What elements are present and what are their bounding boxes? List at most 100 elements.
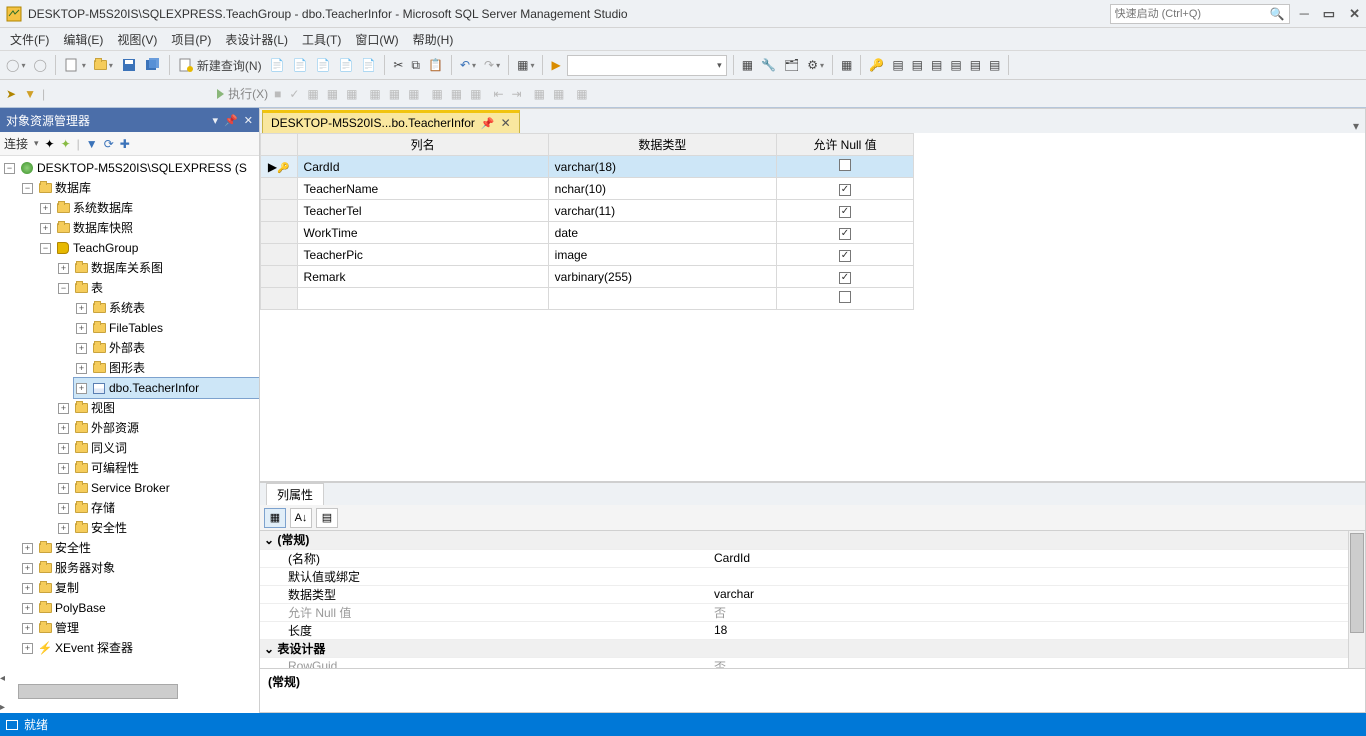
tree-synonyms[interactable]: +同义词 — [56, 438, 259, 458]
toolbar2-icon-c[interactable]: ▦ — [574, 83, 589, 105]
close-button[interactable]: ✕ — [1349, 6, 1360, 22]
tree-servicebroker[interactable]: +Service Broker — [56, 478, 259, 498]
toolbar-combo[interactable]: ▾ — [567, 55, 727, 76]
menu-project[interactable]: 项目(P) — [165, 31, 217, 48]
column-row[interactable]: TeacherPicimage — [261, 244, 914, 266]
tree-hscroll[interactable]: ◂▸ — [0, 670, 259, 713]
indent-right-icon[interactable]: ⇥ — [510, 83, 524, 105]
tabs-overflow-icon[interactable]: ▾ — [1353, 119, 1359, 133]
column-row[interactable]: Remarkvarbinary(255) — [261, 266, 914, 288]
toolbar-icon-a[interactable]: ▦▾ — [515, 54, 536, 76]
connect-label[interactable]: 连接 — [4, 135, 28, 152]
tree-storage[interactable]: +存储 — [56, 498, 259, 518]
undo-button[interactable]: ↶▾ — [458, 54, 478, 76]
wrench-icon[interactable]: 🔧 — [759, 54, 778, 76]
save-all-button[interactable] — [143, 54, 163, 76]
check-icon[interactable]: ✓ — [287, 83, 301, 105]
refresh-icon[interactable]: ⟳ — [104, 137, 114, 151]
tree-server[interactable]: −DESKTOP-M5S20IS\SQLEXPRESS (S — [2, 158, 259, 178]
tree-snapshot[interactable]: +数据库快照 — [38, 218, 259, 238]
toolbar2-icon-1[interactable]: ▦ — [305, 83, 320, 105]
open-button[interactable]: ▾ — [92, 54, 115, 76]
cursor-icon[interactable]: ➤ — [4, 83, 18, 105]
toolbar-icon-h[interactable]: ▤ — [910, 54, 925, 76]
tree-exttables[interactable]: +外部表 — [74, 338, 259, 358]
key-icon[interactable]: 🔑 — [867, 54, 886, 76]
toolbar2-icon-a[interactable]: ▦ — [532, 83, 547, 105]
nav-fwd-button[interactable]: ◯ — [31, 54, 48, 76]
new-query-button[interactable]: 新建查询(N) — [176, 54, 264, 76]
tree-server-security[interactable]: +安全性 — [20, 538, 259, 558]
alphabetical-icon[interactable]: A↓ — [290, 508, 312, 528]
toolbar2-icon-4[interactable]: ▦ — [367, 83, 382, 105]
column-row[interactable]: WorkTimedate — [261, 222, 914, 244]
tree-extres[interactable]: +外部资源 — [56, 418, 259, 438]
redo-button[interactable]: ↷▾ — [482, 54, 502, 76]
toolbar-icon-1[interactable]: 📄 — [268, 54, 287, 76]
menu-tools[interactable]: 工具(T) — [296, 31, 347, 48]
toolbar-icon-4[interactable]: 📄 — [336, 54, 355, 76]
tree-filetables[interactable]: +FileTables — [74, 318, 259, 338]
tree-teachgroup[interactable]: −TeachGroup — [38, 238, 259, 258]
menu-window[interactable]: 窗口(W) — [349, 31, 404, 48]
panel-menu-icon[interactable]: ▾ — [213, 114, 219, 127]
toolbar-icon-f[interactable]: ▦ — [839, 54, 854, 76]
menu-edit[interactable]: 编辑(E) — [57, 31, 109, 48]
prop-row[interactable]: 数据类型varchar — [260, 585, 1365, 603]
toolbar2-icon-2[interactable]: ▦ — [325, 83, 340, 105]
quick-launch[interactable]: 🔍 — [1110, 4, 1290, 24]
menu-view[interactable]: 视图(V) — [111, 31, 163, 48]
col-header-name[interactable]: 列名 — [297, 134, 548, 156]
toolbar-icon-e[interactable]: ⚙▾ — [805, 54, 826, 76]
copy-button[interactable]: ⧉ — [409, 54, 422, 76]
new-button[interactable]: ▾ — [62, 54, 88, 76]
tree-management[interactable]: +管理 — [20, 618, 259, 638]
toolbar-icon-c[interactable]: ▦ — [740, 54, 755, 76]
menu-table-designer[interactable]: 表设计器(L) — [219, 31, 294, 48]
col-header-type[interactable]: 数据类型 — [548, 134, 776, 156]
connect-icon-1[interactable]: ✦ — [45, 137, 55, 151]
tree-replication[interactable]: +复制 — [20, 578, 259, 598]
toolbar-icon-2[interactable]: 📄 — [291, 54, 310, 76]
toolbar-icon-5[interactable]: 📄 — [359, 54, 378, 76]
panel-close-icon[interactable]: ✕ — [244, 114, 253, 127]
toolbar2-icon-9[interactable]: ▦ — [468, 83, 483, 105]
connect-icon-3[interactable]: ✚ — [120, 137, 130, 151]
toolbar-icon-k[interactable]: ▤ — [968, 54, 983, 76]
prop-row[interactable]: 默认值或绑定 — [260, 567, 1365, 585]
cut-button[interactable]: ✂ — [391, 54, 405, 76]
minimize-button[interactable]: ─ — [1300, 6, 1309, 22]
column-row[interactable]: ▶🔑 CardIdvarchar(18) — [261, 156, 914, 178]
tree-sysdb[interactable]: +系统数据库 — [38, 198, 259, 218]
indent-left-icon[interactable]: ⇤ — [491, 83, 505, 105]
prop-row[interactable]: 允许 Null 值否 — [260, 603, 1365, 621]
connect-icon-2[interactable]: ✦ — [61, 137, 71, 151]
toolbar2-icon-6[interactable]: ▦ — [406, 83, 421, 105]
toolbar2-icon-5[interactable]: ▦ — [387, 83, 402, 105]
prop-row[interactable]: (名称)CardId — [260, 549, 1365, 567]
tree-diagrams[interactable]: +数据库关系图 — [56, 258, 259, 278]
tab-close-icon[interactable]: ✕ — [501, 116, 511, 130]
execute-button[interactable]: 执行(X) — [217, 85, 268, 102]
filter-icon[interactable]: ▼ — [22, 83, 38, 105]
props-icon-3[interactable]: ▤ — [316, 508, 338, 528]
pin-icon[interactable]: 📌 — [224, 114, 238, 127]
toolbar-icon-i[interactable]: ▤ — [929, 54, 944, 76]
toolbar2-icon-7[interactable]: ▦ — [429, 83, 444, 105]
props-vscroll[interactable] — [1348, 531, 1365, 668]
menu-file[interactable]: 文件(F) — [4, 31, 55, 48]
doc-tab-teacherinfor[interactable]: DESKTOP-M5S20IS...bo.TeacherInfor 📌 ✕ — [262, 110, 520, 133]
tree-graphtables[interactable]: +图形表 — [74, 358, 259, 378]
tree-polybase[interactable]: +PolyBase — [20, 598, 259, 618]
tree-serverobjects[interactable]: +服务器对象 — [20, 558, 259, 578]
menu-help[interactable]: 帮助(H) — [407, 31, 460, 48]
tree-xevent[interactable]: +⚡XEvent 探查器 — [20, 638, 259, 658]
toolbar-icon-j[interactable]: ▤ — [948, 54, 963, 76]
toolbar-icon-d[interactable]: 🗂 — [782, 54, 801, 76]
tree-tables[interactable]: −表 — [56, 278, 259, 298]
props-tab[interactable]: 列属性 — [266, 483, 324, 505]
column-row[interactable]: TeacherNamenchar(10) — [261, 178, 914, 200]
categorize-icon[interactable]: ▦ — [264, 508, 286, 528]
col-header-null[interactable]: 允许 Null 值 — [776, 134, 913, 156]
tree-databases[interactable]: −数据库 — [20, 178, 259, 198]
